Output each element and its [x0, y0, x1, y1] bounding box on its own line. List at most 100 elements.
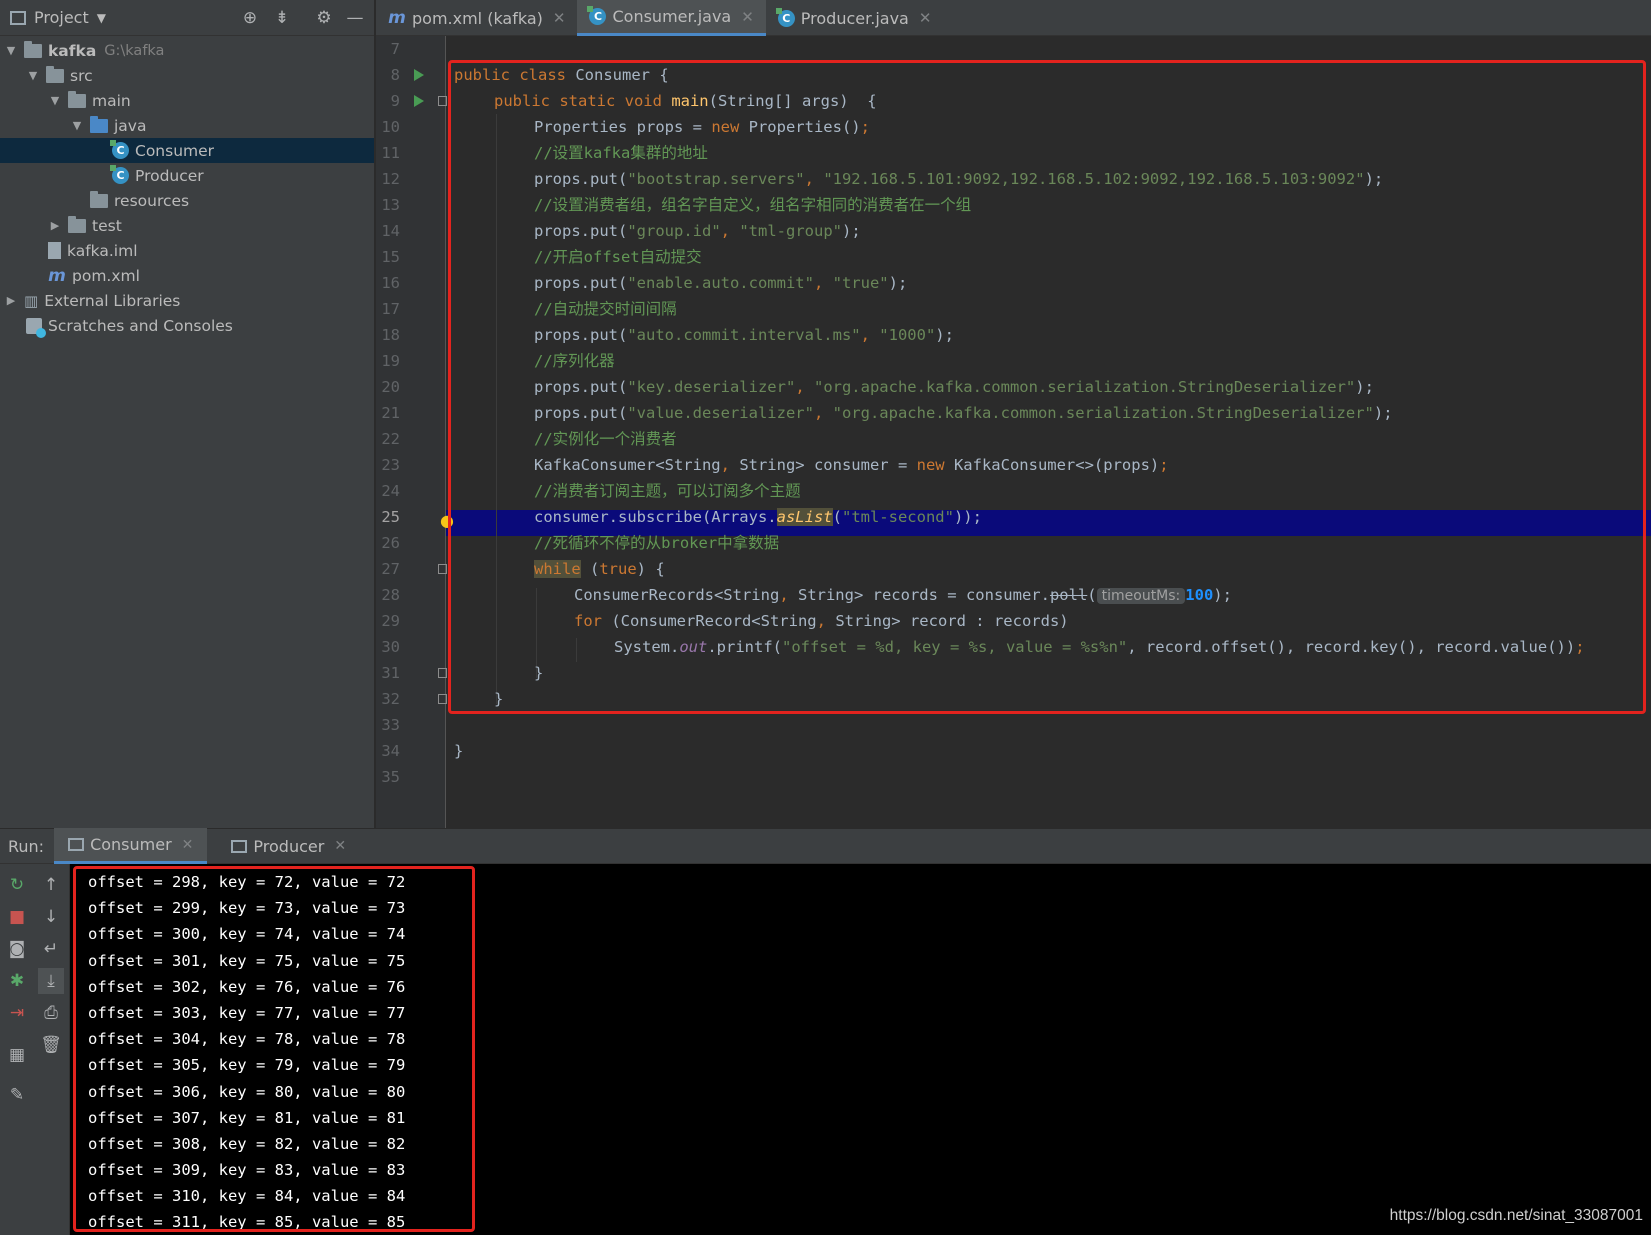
hide-icon[interactable]: — — [345, 8, 365, 28]
string-literal: "key.deserializer" — [627, 378, 796, 396]
console-icon — [68, 838, 85, 851]
console-line: offset = 300, key = 74, value = 74 — [88, 925, 406, 944]
tree-item-label: test — [92, 216, 122, 235]
tree-item-resources[interactable]: resources — [0, 188, 374, 213]
fold-marker-icon[interactable] — [438, 668, 447, 678]
tree-item-label: pom.xml — [72, 266, 140, 285]
tree-item-main[interactable]: ▼ main — [0, 88, 374, 113]
expand-arrow-icon[interactable]: ▶ — [48, 219, 62, 232]
tree-item-java[interactable]: ▼ java — [0, 113, 374, 138]
line-number-row: 15 — [376, 244, 446, 270]
code-line-10: Properties props = new Properties(); — [534, 114, 870, 140]
line-number: 31 — [381, 664, 400, 682]
tab-pom-xml[interactable]: m pom.xml (kafka) ✕ — [376, 0, 577, 36]
console-output[interactable]: offset = 298, key = 72, value = 72 offse… — [70, 864, 1651, 1235]
code-text: KafkaConsumer<String — [534, 456, 721, 474]
editor-tabs: m pom.xml (kafka) ✕ C Consumer.java ✕ C … — [376, 0, 1651, 36]
punctuation: , — [779, 586, 798, 604]
line-number-row: 24 — [376, 478, 446, 504]
gear-icon[interactable]: ⚙ — [314, 8, 334, 28]
code-text: (ConsumerRecord<String — [611, 612, 817, 630]
line-number: 26 — [381, 534, 400, 552]
close-icon[interactable]: ✕ — [334, 838, 346, 854]
tree-item-scratches[interactable]: Scratches and Consoles — [0, 313, 374, 338]
console-line: offset = 309, key = 83, value = 83 — [88, 1161, 406, 1180]
code-text: Consumer { — [575, 66, 669, 84]
punctuation: , — [813, 404, 833, 422]
tree-item-src[interactable]: ▼ src — [0, 63, 374, 88]
console-line: offset = 306, key = 80, value = 80 — [88, 1082, 406, 1101]
stop-icon[interactable]: ■ — [4, 904, 30, 930]
run-tab-consumer[interactable]: Consumer ✕ — [54, 828, 208, 864]
line-number: 14 — [381, 222, 400, 240]
line-number: 28 — [381, 586, 400, 604]
fold-marker-icon[interactable] — [438, 694, 447, 704]
line-number: 11 — [381, 144, 400, 162]
locate-icon[interactable]: ⊕ — [240, 8, 260, 28]
rerun-icon[interactable]: ↻ — [4, 872, 30, 898]
scroll-down-icon[interactable]: ↓ — [38, 904, 64, 930]
trash-icon[interactable]: 🗑 — [38, 1032, 64, 1058]
tree-item-consumer[interactable]: C Consumer — [0, 138, 374, 163]
collapse-all-icon[interactable]: ⇟ — [272, 8, 292, 28]
run-gutter-icon[interactable] — [414, 95, 424, 107]
expand-arrow-icon[interactable]: ▼ — [48, 94, 62, 107]
close-icon[interactable]: ✕ — [553, 9, 566, 27]
close-icon[interactable]: ✕ — [182, 837, 194, 853]
indent-guide — [496, 114, 497, 704]
close-icon[interactable]: ✕ — [919, 9, 932, 27]
string-literal: "group.id" — [627, 222, 721, 240]
source-folder-icon — [90, 115, 108, 133]
keyword: true — [599, 560, 637, 578]
run-gutter-icon[interactable] — [414, 69, 424, 81]
tree-item-label: resources — [114, 191, 190, 210]
layout-icon[interactable]: ▦ — [4, 1042, 30, 1068]
camera-icon[interactable]: ◙ — [4, 936, 30, 962]
expand-arrow-icon[interactable]: ▼ — [70, 119, 84, 132]
tree-item-test[interactable]: ▶ test — [0, 213, 374, 238]
tree-item-producer[interactable]: C Producer — [0, 163, 374, 188]
punctuation: ; — [1159, 456, 1169, 474]
tree-item-external-libraries[interactable]: ▶ ▥ External Libraries — [0, 288, 374, 313]
maven-file-icon: m — [388, 8, 406, 28]
code-text: ); — [1213, 586, 1232, 604]
expand-arrow-icon[interactable]: ▼ — [26, 69, 40, 82]
console-line: offset = 308, key = 82, value = 82 — [88, 1134, 406, 1153]
exit-icon[interactable]: ⇥ — [4, 1000, 30, 1026]
line-number-row: 34 — [376, 738, 446, 764]
fold-marker-icon[interactable] — [438, 564, 447, 574]
run-tab-producer[interactable]: Producer ✕ — [217, 828, 360, 864]
line-number: 29 — [381, 612, 400, 630]
string-literal: "org.apache.kafka.common.serialization.S… — [832, 404, 1374, 422]
soft-wrap-icon[interactable]: ↵ — [38, 936, 64, 962]
expand-arrow-icon[interactable]: ▼ — [4, 44, 18, 57]
code-text: ( — [580, 560, 600, 578]
tree-item-pom-xml[interactable]: m pom.xml — [0, 263, 374, 288]
pin-icon[interactable]: ✎ — [4, 1082, 30, 1108]
scroll-to-end-icon[interactable]: ⤓ — [38, 968, 64, 994]
tree-item-kafka[interactable]: ▼ kafka G:\kafka — [0, 38, 374, 63]
iml-file-icon — [48, 242, 61, 259]
code-line-30: System.out.printf("offset = %d, key = %s… — [614, 634, 1585, 660]
debug-icon[interactable]: ✱ — [4, 968, 30, 994]
expand-arrow-icon[interactable]: ▶ — [4, 294, 18, 307]
fold-marker-icon[interactable] — [438, 96, 447, 106]
chevron-down-icon[interactable]: ▼ — [97, 11, 106, 25]
punctuation: ; — [860, 118, 870, 136]
code-editor[interactable]: 7 8 9 10 11 12 13 14 15 16 17 18 19 20 21 22 23 24 25 26 27 2… — [376, 36, 1651, 828]
lightbulb-icon[interactable]: ● — [440, 511, 454, 530]
java-class-icon: C — [110, 140, 129, 159]
line-number: 34 — [381, 742, 400, 760]
print-icon[interactable]: ⎙ — [38, 1000, 64, 1026]
tree-item-kafka-iml[interactable]: kafka.iml — [0, 238, 374, 263]
line-number: 30 — [381, 638, 400, 656]
line-number: 16 — [381, 274, 400, 292]
console-line: offset = 304, key = 78, value = 78 — [88, 1030, 406, 1049]
line-number: 19 — [381, 352, 400, 370]
tab-consumer-java[interactable]: C Consumer.java ✕ — [577, 0, 766, 36]
code-text: ( — [832, 508, 842, 526]
close-icon[interactable]: ✕ — [741, 8, 754, 26]
tab-producer-java[interactable]: C Producer.java ✕ — [766, 0, 944, 36]
project-view-selector[interactable]: Project — [34, 8, 89, 27]
scroll-up-icon[interactable]: ↑ — [38, 872, 64, 898]
